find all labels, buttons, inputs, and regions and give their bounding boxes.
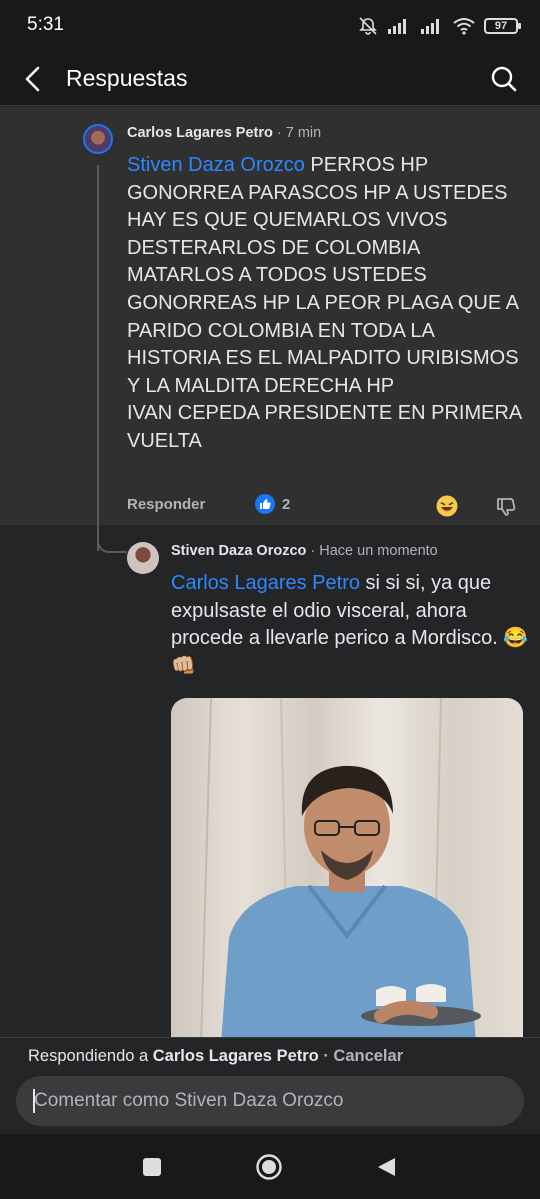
dislike-icon[interactable] [495, 495, 519, 519]
nav-home-button[interactable] [252, 1150, 286, 1184]
reply-composer: Respondiendo a Carlos Lagares Petro · Ca… [0, 1037, 540, 1134]
laugh-reaction-icon[interactable] [435, 494, 459, 518]
page-title: Respuestas [66, 65, 188, 91]
mute-bell-icon [359, 17, 377, 35]
back-button[interactable] [16, 61, 52, 97]
mention-link[interactable]: Carlos Lagares Petro [171, 572, 360, 594]
comment-actions: Responder 2 [127, 494, 522, 520]
like-count-badge[interactable]: 2 [255, 494, 290, 514]
like-icon [255, 494, 275, 514]
status-time: 5:31 [27, 14, 64, 35]
replies-thread[interactable]: Carlos Lagares Petro · 7 min Stiven Daza… [0, 107, 540, 1037]
avatar[interactable] [127, 542, 159, 574]
signal-icon-2 [421, 19, 439, 34]
comment-text: Stiven Daza Orozco PERROS HP GONORREA PA… [127, 152, 522, 456]
nav-recents-button[interactable] [135, 1150, 169, 1184]
thread-line [97, 165, 99, 551]
person-photo [200, 698, 481, 1037]
reply-text: Carlos Lagares Petro si si si, ya que ex… [171, 570, 531, 680]
like-count: 2 [282, 495, 291, 513]
reply-button[interactable]: Responder [127, 496, 205, 513]
comment-meta: Carlos Lagares Petro · 7 min [127, 125, 321, 141]
signal-icon [388, 19, 406, 34]
app-bar: Respuestas [0, 52, 540, 106]
attached-photo[interactable] [171, 698, 523, 1037]
status-bar: 5:31 97 [0, 0, 540, 52]
text-caret [33, 1089, 35, 1113]
battery-indicator: 97 [484, 18, 521, 34]
nav-back-icon [378, 1158, 395, 1176]
comment-body: PERROS HP GONORREA PARASCOS HP A USTEDES… [127, 154, 522, 452]
nav-home-icon [256, 1154, 282, 1180]
status-icons: 97 [358, 14, 521, 38]
search-icon [491, 66, 517, 92]
author-name[interactable]: Stiven Daza Orozco [171, 543, 306, 559]
search-button[interactable] [486, 61, 522, 97]
system-nav-bar [0, 1134, 540, 1199]
author-name[interactable]: Carlos Lagares Petro [127, 125, 273, 141]
nav-recents-icon [143, 1158, 161, 1176]
comment-time: · 7 min [276, 125, 322, 141]
comment-time: · Hace un momento [310, 543, 438, 559]
thread-connector [97, 517, 127, 553]
comment-meta: Stiven Daza Orozco · Hace un momento [171, 543, 438, 559]
replying-to-name: Carlos Lagares Petro [152, 1047, 319, 1065]
nav-back-button[interactable] [369, 1150, 403, 1184]
replying-to-bar: Respondiendo a Carlos Lagares Petro · Ca… [28, 1047, 403, 1066]
cancel-reply-button[interactable]: · Cancelar [319, 1047, 403, 1065]
wifi-icon [453, 18, 475, 35]
replying-prefix: Respondiendo a [28, 1047, 153, 1065]
comment-input[interactable] [16, 1076, 524, 1126]
back-arrow-icon [25, 66, 40, 92]
mention-link[interactable]: Stiven Daza Orozco [127, 154, 305, 176]
parent-comment: Carlos Lagares Petro · 7 min Stiven Daza… [0, 107, 540, 525]
avatar[interactable] [83, 124, 113, 154]
